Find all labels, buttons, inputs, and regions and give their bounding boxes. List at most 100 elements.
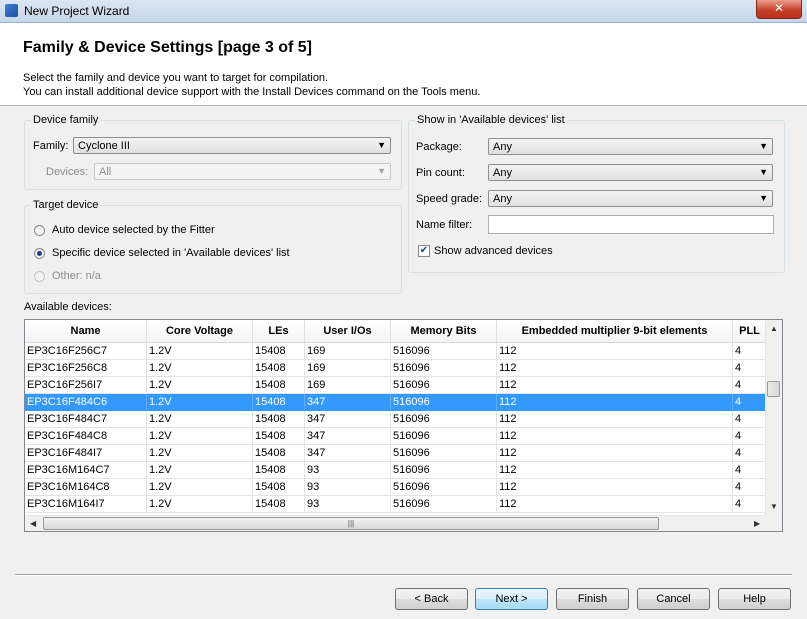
user-ios-cell: 93 xyxy=(305,479,391,495)
user-ios-cell: 347 xyxy=(305,428,391,444)
les-cell: 15408 xyxy=(253,411,305,427)
les-cell: 15408 xyxy=(253,343,305,359)
les-cell: 15408 xyxy=(253,394,305,410)
les-column-header[interactable]: LEs xyxy=(253,320,305,342)
core-voltage-cell: 1.2V xyxy=(147,428,253,444)
device-name-cell: EP3C16M164I7 xyxy=(25,496,147,512)
core-voltage-cell: 1.2V xyxy=(147,496,253,512)
close-button[interactable]: ✕ xyxy=(756,0,802,19)
pll-cell: 4 xyxy=(733,428,767,444)
table-row[interactable]: EP3C16F256C8 1.2V 15408 169 516096 112 4 xyxy=(25,360,767,377)
table-row[interactable]: EP3C16F484C8 1.2V 15408 347 516096 112 4 xyxy=(25,428,767,445)
user-ios-cell: 347 xyxy=(305,445,391,461)
package-value: Any xyxy=(493,141,512,153)
user-ios-cell: 169 xyxy=(305,360,391,376)
description-line-2: You can install additional device suppor… xyxy=(23,86,481,98)
scroll-down-icon[interactable]: ▼ xyxy=(770,502,778,511)
pll-cell: 4 xyxy=(733,343,767,359)
devices-value: All xyxy=(99,166,112,178)
memory-bits-cell: 516096 xyxy=(391,360,497,376)
horizontal-scrollbar[interactable]: ◀ ||| ▶ xyxy=(25,515,767,531)
devices-combo[interactable]: All ▼ xyxy=(94,163,391,180)
speed-grade-combo[interactable]: Any ▼ xyxy=(488,190,773,207)
chevron-down-icon: ▼ xyxy=(377,166,386,176)
available-devices-list[interactable]: Name Core Voltage LEs User I/Os Memory Bits E… xyxy=(24,319,783,532)
specific-device-radio[interactable] xyxy=(34,248,45,259)
scroll-left-icon[interactable]: ◀ xyxy=(30,519,36,528)
name-filter-input[interactable] xyxy=(488,215,774,234)
pin-count-combo[interactable]: Any ▼ xyxy=(488,164,773,181)
table-row[interactable]: EP3C16M164C8 1.2V 15408 93 516096 112 4 xyxy=(25,479,767,496)
package-combo[interactable]: Any ▼ xyxy=(488,138,773,155)
device-name-cell: EP3C16F484C8 xyxy=(25,428,147,444)
core-voltage-column-header[interactable]: Core Voltage xyxy=(147,320,253,342)
les-cell: 15408 xyxy=(253,360,305,376)
device-name-cell: EP3C16F484C7 xyxy=(25,411,147,427)
pll-cell: 4 xyxy=(733,377,767,393)
memory-bits-cell: 516096 xyxy=(391,343,497,359)
cancel-button[interactable]: Cancel xyxy=(637,588,710,610)
les-cell: 15408 xyxy=(253,445,305,461)
back-button[interactable]: < Back xyxy=(395,588,468,610)
table-row[interactable]: EP3C16M164I7 1.2V 15408 93 516096 112 4 xyxy=(25,496,767,513)
core-voltage-cell: 1.2V xyxy=(147,377,253,393)
memory-bits-cell: 516096 xyxy=(391,377,497,393)
pll-column-header[interactable]: PLL xyxy=(733,320,767,342)
pll-cell: 4 xyxy=(733,479,767,495)
name-filter-label: Name filter: xyxy=(416,219,473,231)
package-label: Package: xyxy=(416,141,462,153)
table-row[interactable]: EP3C16F256I7 1.2V 15408 169 516096 112 4 xyxy=(25,377,767,394)
devices-label: Devices: xyxy=(46,166,89,178)
core-voltage-cell: 1.2V xyxy=(147,394,253,410)
device-rows: EP3C16F256C7 1.2V 15408 169 516096 112 4 EP3C16… xyxy=(25,343,767,513)
pll-cell: 4 xyxy=(733,411,767,427)
scroll-up-icon[interactable]: ▲ xyxy=(770,324,778,333)
name-column-header[interactable]: Name xyxy=(25,320,147,342)
auto-device-radio[interactable] xyxy=(34,225,45,236)
other-device-radio[interactable] xyxy=(34,271,45,282)
finish-button[interactable]: Finish xyxy=(556,588,629,610)
memory-bits-column-header[interactable]: Memory Bits xyxy=(391,320,497,342)
multiplier-column-header[interactable]: Embedded multiplier 9-bit elements xyxy=(497,320,733,342)
device-name-cell: EP3C16F256C8 xyxy=(25,360,147,376)
multiplier-cell: 112 xyxy=(497,360,733,376)
multiplier-cell: 112 xyxy=(497,445,733,461)
device-name-cell: EP3C16F484C6 xyxy=(25,394,147,410)
page-title: Family & Device Settings [page 3 of 5] xyxy=(23,39,312,56)
core-voltage-cell: 1.2V xyxy=(147,445,253,461)
table-row[interactable]: EP3C16F256C7 1.2V 15408 169 516096 112 4 xyxy=(25,343,767,360)
device-name-cell: EP3C16M164C7 xyxy=(25,462,147,478)
column-headers: Name Core Voltage LEs User I/Os Memory Bits E… xyxy=(25,320,767,343)
show-advanced-checkbox[interactable]: ✔ xyxy=(418,245,430,257)
vertical-scroll-thumb[interactable] xyxy=(767,381,780,397)
auto-device-label: Auto device selected by the Fitter xyxy=(52,224,215,236)
specific-device-label: Specific device selected in 'Available d… xyxy=(52,247,290,259)
family-value: Cyclone III xyxy=(78,140,130,152)
description-line-1: Select the family and device you want to… xyxy=(23,72,329,84)
user-ios-column-header[interactable]: User I/Os xyxy=(305,320,391,342)
chevron-down-icon: ▼ xyxy=(759,167,768,177)
user-ios-cell: 169 xyxy=(305,343,391,359)
header-panel: Family & Device Settings [page 3 of 5] S… xyxy=(0,23,807,106)
scroll-corner xyxy=(766,515,782,531)
family-combo[interactable]: Cyclone III ▼ xyxy=(73,137,391,154)
memory-bits-cell: 516096 xyxy=(391,479,497,495)
speed-grade-value: Any xyxy=(493,193,512,205)
window-title: New Project Wizard xyxy=(24,4,130,18)
help-button[interactable]: Help xyxy=(718,588,791,610)
family-label: Family: xyxy=(33,140,69,152)
table-row[interactable]: EP3C16F484I7 1.2V 15408 347 516096 112 4 xyxy=(25,445,767,462)
device-family-legend: Device family xyxy=(31,114,101,126)
next-button[interactable]: Next > xyxy=(475,588,548,610)
memory-bits-cell: 516096 xyxy=(391,496,497,512)
table-row[interactable]: EP3C16F484C7 1.2V 15408 347 516096 112 4 xyxy=(25,411,767,428)
user-ios-cell: 93 xyxy=(305,462,391,478)
device-name-cell: EP3C16F484I7 xyxy=(25,445,147,461)
table-row[interactable]: EP3C16M164C7 1.2V 15408 93 516096 112 4 xyxy=(25,462,767,479)
vertical-scrollbar[interactable]: ▲ ▼ xyxy=(765,320,782,515)
table-row[interactable]: EP3C16F484C6 1.2V 15408 347 516096 112 4 xyxy=(25,394,767,411)
horizontal-scroll-thumb[interactable]: ||| xyxy=(43,517,659,530)
multiplier-cell: 112 xyxy=(497,411,733,427)
scroll-right-icon[interactable]: ▶ xyxy=(754,519,760,528)
title-bar: New Project Wizard ✕ xyxy=(0,0,807,23)
